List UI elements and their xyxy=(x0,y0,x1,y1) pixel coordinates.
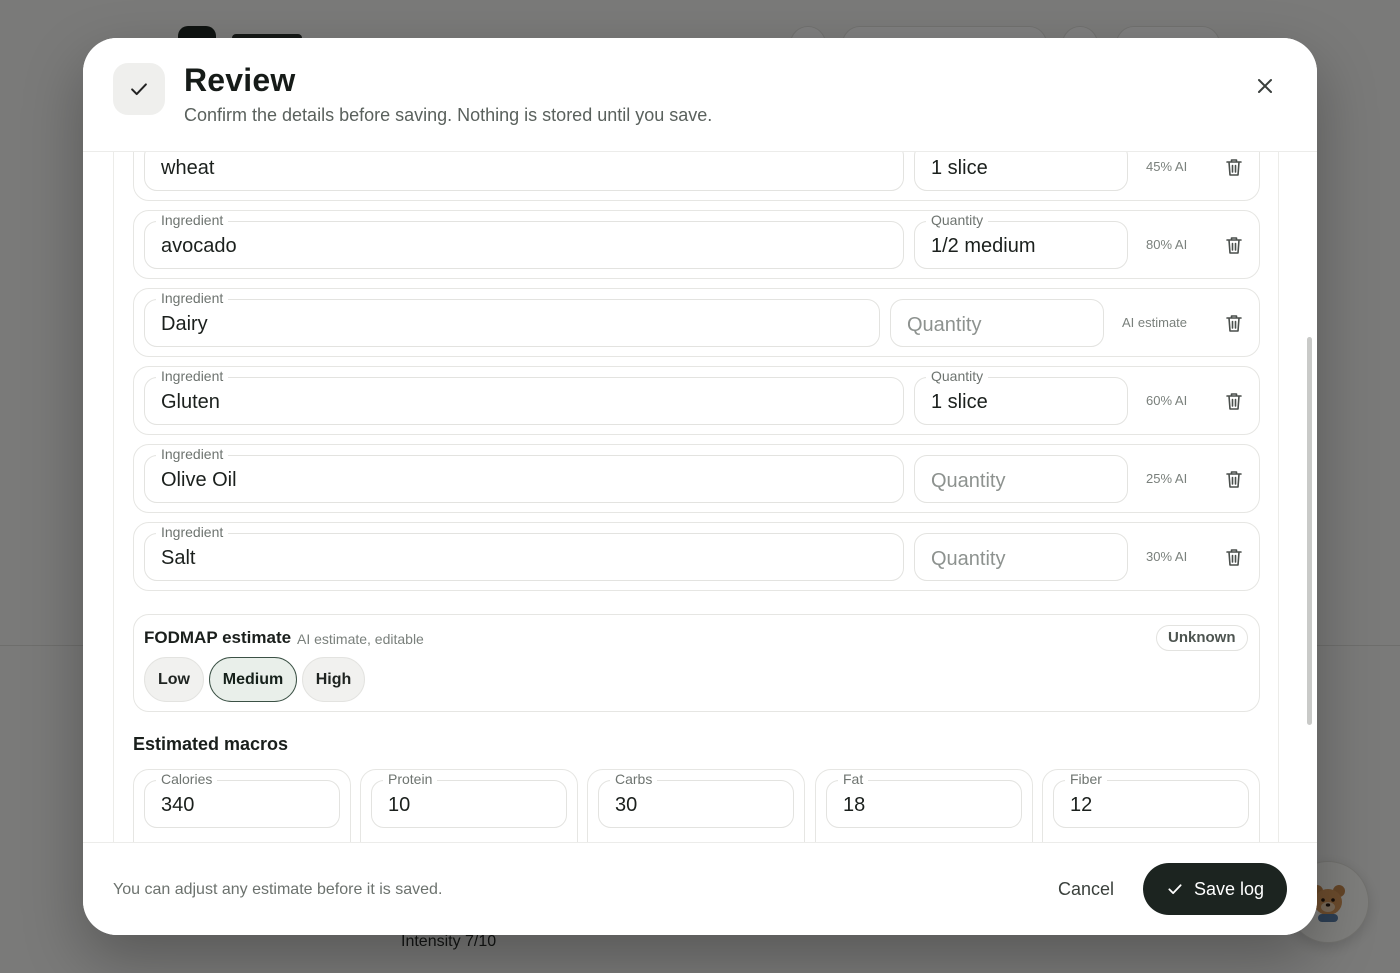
trash-icon xyxy=(1226,470,1242,488)
macro-card-protein: Protein 10 xyxy=(360,769,578,842)
check-icon xyxy=(131,83,147,96)
ingredient-name-value: Olive Oil xyxy=(161,469,237,491)
ingredient-row: Ingredient Olive Oil Quantity 25% AI xyxy=(133,444,1260,513)
modal-header: Review Confirm the details before saving… xyxy=(83,38,1317,152)
ingredient-quantity-value: 1/2 medium xyxy=(931,235,1036,257)
ingredient-quantity-field[interactable]: Quantity 1/2 medium xyxy=(914,212,1128,269)
close-icon xyxy=(1258,79,1272,93)
ingredient-name-value: Dairy xyxy=(161,313,208,335)
ingredient-quantity-field[interactable]: Quantity xyxy=(890,299,1104,347)
ingredient-label: Ingredient xyxy=(156,524,229,540)
fodmap-title: FODMAP estimate xyxy=(144,628,292,647)
carbs-field[interactable]: Carbs 30 xyxy=(598,771,794,828)
calories-field[interactable]: Calories 340 xyxy=(144,771,340,828)
ingredient-row: Ingredient wheat Quantity 1 slice 45% AI xyxy=(133,152,1260,201)
trash-icon xyxy=(1226,158,1242,176)
macros-heading: Estimated macros xyxy=(133,734,289,754)
trash-icon xyxy=(1226,314,1242,332)
ingredient-name-field[interactable]: Ingredient Salt xyxy=(144,524,904,581)
ai-confidence-tag: 25% AI xyxy=(1146,471,1188,486)
ingredient-quantity-field[interactable]: Quantity xyxy=(914,455,1128,503)
ingredient-name-field[interactable]: Ingredient wheat xyxy=(144,152,904,191)
quantity-label: Quantity xyxy=(926,368,989,384)
ingredient-row: Ingredient Dairy Quantity AI estimate xyxy=(133,288,1260,357)
ai-confidence-tag: 80% AI xyxy=(1146,237,1188,252)
macro-card-carbs: Carbs 30 xyxy=(587,769,805,842)
ingredient-row: Ingredient Salt Quantity 30% AI xyxy=(133,522,1260,591)
delete-ingredient-button[interactable] xyxy=(1223,545,1245,569)
ingredient-name-field[interactable]: Ingredient Gluten xyxy=(144,368,904,425)
ingredient-quantity-field[interactable]: Quantity 1 slice xyxy=(914,368,1128,425)
macro-card-calories: Calories 340 xyxy=(133,769,351,842)
quantity-placeholder: Quantity xyxy=(907,314,982,336)
delete-ingredient-button[interactable] xyxy=(1223,155,1245,179)
ai-confidence-tag: AI estimate xyxy=(1122,315,1188,330)
ingredient-label: Ingredient xyxy=(156,368,229,384)
ingredient-label: Ingredient xyxy=(156,446,229,462)
header-badge xyxy=(113,63,165,115)
fodmap-option-low[interactable]: Low xyxy=(144,657,204,702)
trash-icon xyxy=(1226,392,1242,410)
ingredient-name-value: Gluten xyxy=(161,391,220,413)
macro-value: 340 xyxy=(161,794,195,816)
delete-ingredient-button[interactable] xyxy=(1223,389,1245,413)
fodmap-subtitle: AI estimate, editable xyxy=(297,631,424,647)
ingredient-name-field[interactable]: Ingredient Olive Oil xyxy=(144,446,904,503)
quantity-placeholder: Quantity xyxy=(931,470,1006,492)
macro-card-fiber: Fiber 12 xyxy=(1042,769,1260,842)
trash-icon xyxy=(1226,236,1242,254)
macro-label: Carbs xyxy=(610,771,658,787)
ingredient-name-value: Salt xyxy=(161,547,196,569)
save-log-label: Save log xyxy=(1193,878,1265,899)
modal-footer: You can adjust any estimate before it is… xyxy=(83,842,1317,935)
ingredient-quantity-field[interactable]: Quantity xyxy=(914,533,1128,581)
ingredient-name-field[interactable]: Ingredient avocado xyxy=(144,212,904,269)
delete-ingredient-button[interactable] xyxy=(1223,311,1245,335)
review-modal: Review Confirm the details before saving… xyxy=(83,38,1317,935)
modal-subtitle: Confirm the details before saving. Nothi… xyxy=(184,105,713,125)
ai-confidence-tag: 45% AI xyxy=(1146,159,1188,174)
fodmap-unknown-button[interactable]: Unknown xyxy=(1156,625,1248,651)
macro-value: 12 xyxy=(1070,794,1093,816)
fat-field[interactable]: Fat 18 xyxy=(826,771,1022,828)
macro-card-fat: Fat 18 xyxy=(815,769,1033,842)
macro-value: 30 xyxy=(615,794,638,816)
delete-ingredient-button[interactable] xyxy=(1223,467,1245,491)
ingredient-name-value: wheat xyxy=(161,157,215,179)
cancel-button[interactable]: Cancel xyxy=(1046,877,1126,902)
footer-note: You can adjust any estimate before it is… xyxy=(113,881,443,898)
delete-ingredient-button[interactable] xyxy=(1223,233,1245,257)
protein-field[interactable]: Protein 10 xyxy=(371,771,567,828)
ai-confidence-tag: 30% AI xyxy=(1146,549,1188,564)
macro-label: Calories xyxy=(156,771,218,787)
trash-icon xyxy=(1226,548,1242,566)
fodmap-option-high[interactable]: High xyxy=(302,657,365,702)
modal-body[interactable]: Ingredient wheat Quantity 1 slice 45% AI… xyxy=(83,152,1317,842)
fiber-field[interactable]: Fiber 12 xyxy=(1053,771,1249,828)
quantity-label: Quantity xyxy=(926,212,989,228)
ingredient-row: Ingredient avocado Quantity 1/2 medium 8… xyxy=(133,210,1260,279)
macro-label: Protein xyxy=(383,771,438,787)
macro-value: 10 xyxy=(388,794,411,816)
fodmap-card: FODMAP estimate AI estimate, editable Un… xyxy=(133,614,1260,712)
ingredient-label: Ingredient xyxy=(156,212,229,228)
modal-title: Review xyxy=(184,62,296,98)
ingredient-quantity-field[interactable]: Quantity 1 slice xyxy=(914,152,1128,191)
close-button[interactable] xyxy=(1247,68,1283,104)
macro-label: Fiber xyxy=(1065,771,1107,787)
quantity-placeholder: Quantity xyxy=(931,548,1006,570)
macro-value: 18 xyxy=(843,794,866,816)
scrollbar-thumb[interactable] xyxy=(1307,337,1312,725)
check-icon xyxy=(1168,884,1182,895)
ingredient-quantity-value: 1 slice xyxy=(931,391,988,413)
ingredient-name-field[interactable]: Ingredient Dairy xyxy=(144,290,880,347)
ingredient-row: Ingredient Gluten Quantity 1 slice 60% A… xyxy=(133,366,1260,435)
ingredient-quantity-value: 1 slice xyxy=(931,157,988,179)
macro-label: Fat xyxy=(838,771,869,787)
save-log-button[interactable]: Save log xyxy=(1143,863,1287,915)
ai-confidence-tag: 60% AI xyxy=(1146,393,1188,408)
ingredient-name-value: avocado xyxy=(161,235,237,257)
fodmap-option-medium[interactable]: Medium xyxy=(209,657,297,702)
ingredient-label: Ingredient xyxy=(156,290,229,306)
